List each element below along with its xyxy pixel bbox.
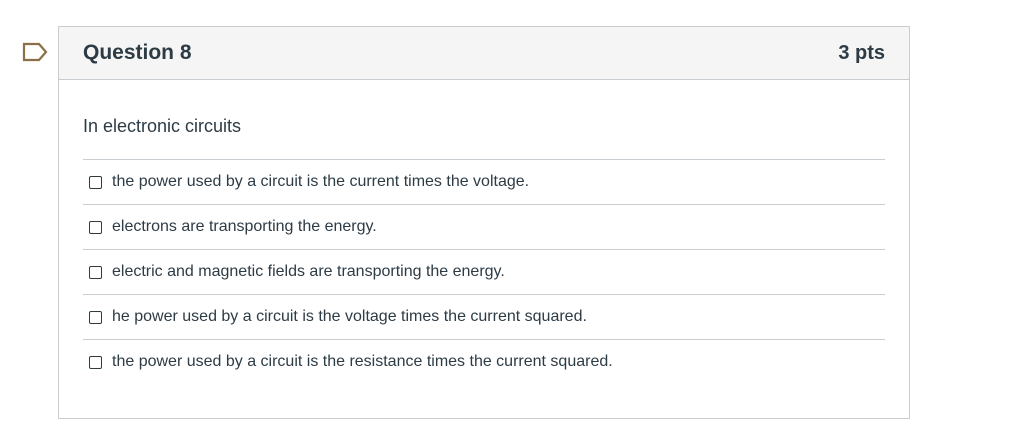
answer-checkbox[interactable] (89, 265, 102, 279)
answer-label[interactable]: electric and magnetic fields are transpo… (112, 263, 505, 281)
question-points: 3 pts (838, 41, 885, 64)
answer-option[interactable]: the power used by a circuit is the resis… (83, 339, 885, 384)
question-body: In electronic circuits the power used by… (59, 80, 909, 384)
question-title: Question 8 (83, 41, 192, 64)
question-card: Question 8 3 pts In electronic circuits … (58, 26, 910, 419)
answer-label[interactable]: electrons are transporting the energy. (112, 218, 377, 236)
question-text: In electronic circuits (83, 116, 242, 136)
answer-checkbox[interactable] (89, 310, 102, 324)
answer-label[interactable]: the power used by a circuit is the resis… (112, 353, 613, 371)
answer-option[interactable]: he power used by a circuit is the voltag… (83, 294, 885, 339)
answer-option[interactable]: electrons are transporting the energy. (83, 204, 885, 249)
answer-label[interactable]: he power used by a circuit is the voltag… (112, 308, 587, 326)
answer-option[interactable]: the power used by a circuit is the curre… (83, 159, 885, 204)
answer-list: the power used by a circuit is the curre… (83, 159, 885, 384)
answer-checkbox[interactable] (89, 355, 102, 369)
question-header: Question 8 3 pts (59, 27, 909, 80)
answer-checkbox[interactable] (89, 175, 102, 189)
flag-question-icon[interactable] (22, 42, 48, 62)
answer-label[interactable]: the power used by a circuit is the curre… (112, 173, 529, 191)
answer-checkbox[interactable] (89, 220, 102, 234)
answer-option[interactable]: electric and magnetic fields are transpo… (83, 249, 885, 294)
